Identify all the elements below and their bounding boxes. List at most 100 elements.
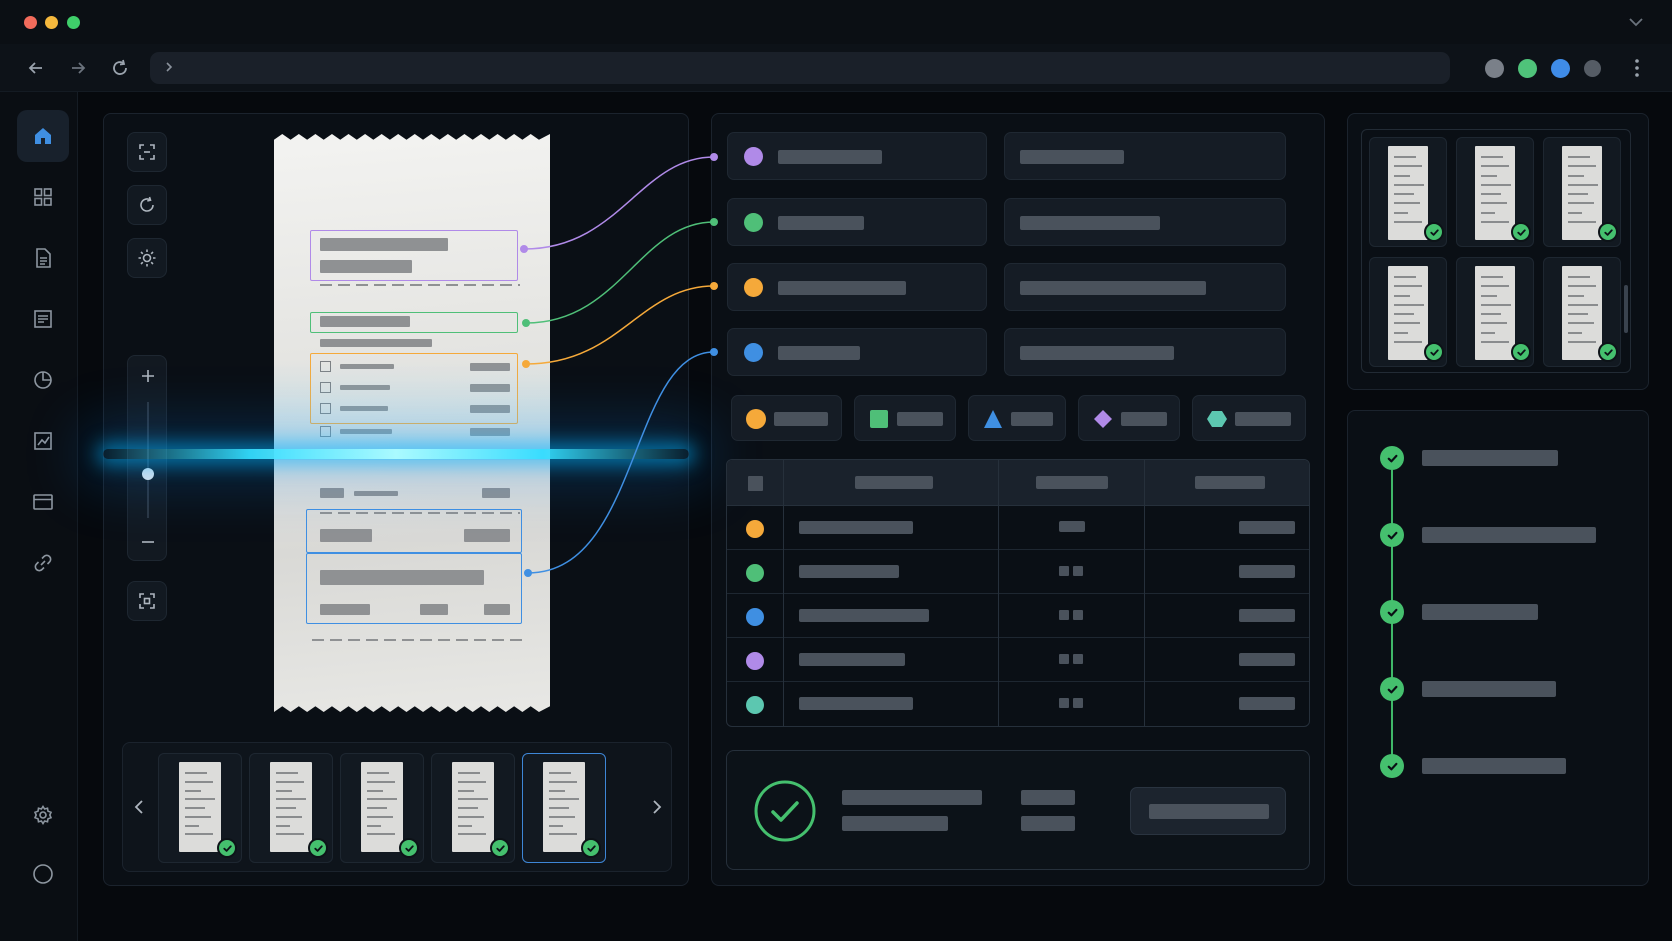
category-chip-diamond[interactable] [1078,395,1180,441]
cell-placeholder [1073,654,1083,664]
scan-line [103,449,689,459]
mini-receipt-line [1394,156,1416,158]
zoom-slider-track[interactable] [147,402,149,518]
gallery-receipt[interactable] [1369,257,1447,367]
fit-screen-button[interactable] [127,581,167,621]
table-row[interactable] [727,594,1309,638]
mini-receipt-line [367,807,387,809]
chip-label-placeholder [1121,412,1167,426]
scan-frame-button[interactable] [127,132,167,172]
category-chip-triangle[interactable] [968,395,1066,441]
field-key-total[interactable] [727,328,987,376]
step-label-placeholder [1422,450,1558,466]
mini-receipt-line [367,789,383,792]
cell-placeholder [1073,610,1083,620]
sidebar-item-dashboard[interactable] [17,171,69,223]
minimize-window-button[interactable] [45,16,58,29]
step-complete-node [1380,677,1404,701]
green-square-icon [870,410,888,428]
receipt-thumbnail[interactable] [158,753,242,863]
detected-region-total[interactable] [306,553,522,624]
gallery-receipt[interactable] [1456,137,1534,247]
scan-glow [274,360,550,460]
receipt-thumbnail[interactable] [340,753,424,863]
purple-diamond-icon [1094,410,1112,428]
extension-dark-button[interactable] [1584,60,1601,77]
close-window-button[interactable] [24,16,37,29]
sidebar-item-home[interactable] [17,110,69,162]
extension-gray-button[interactable] [1485,59,1504,78]
table-row[interactable] [727,682,1309,726]
back-button[interactable] [24,56,48,80]
maximize-window-button[interactable] [67,16,80,29]
gallery-scrollbar[interactable] [1624,285,1628,333]
field-value-merchant[interactable] [1004,132,1286,180]
extension-blue-button[interactable] [1551,59,1570,78]
zoom-slider-handle[interactable] [142,468,154,480]
sidebar-item-documents[interactable] [17,232,69,284]
column-header-placeholder[interactable] [1195,476,1265,489]
strip-prev-button[interactable] [129,793,149,821]
zoom-out-icon[interactable] [138,532,158,552]
verified-badge [1598,342,1618,362]
column-header-placeholder[interactable] [855,476,933,489]
arrow-left-icon [28,62,42,74]
sidebar-item-integrations[interactable] [17,537,69,589]
table-row[interactable] [727,506,1309,550]
sidebar-item-billing[interactable] [17,476,69,528]
sidebar-item-reports[interactable] [17,293,69,345]
receipt-thumbnail-strip [122,742,672,872]
table-row[interactable] [727,550,1309,594]
reload-button[interactable] [108,56,132,80]
confirm-button[interactable] [1130,787,1286,835]
mini-receipt-line [185,780,213,783]
field-value-total[interactable] [1004,328,1286,376]
mini-receipt-line [185,807,205,809]
mini-receipt-line [458,833,486,836]
table-row[interactable] [727,638,1309,682]
rotate-button[interactable] [127,185,167,225]
sidebar-item-settings[interactable] [17,789,69,841]
chevron-down-icon[interactable] [1626,12,1646,32]
field-key-merchant[interactable] [727,132,987,180]
forward-button[interactable] [66,56,90,80]
detected-region-subtotal[interactable] [306,509,522,553]
detected-region-date[interactable] [310,312,518,333]
strip-next-button[interactable] [647,793,667,821]
category-chip-circle[interactable] [731,395,842,441]
select-all-checkbox[interactable] [748,476,763,491]
mini-receipt-line [1568,174,1584,177]
more-options-icon[interactable] [1627,56,1647,80]
blue-dot-icon [744,343,763,362]
mini-receipt-line [1568,303,1598,306]
field-value-date[interactable] [1004,198,1286,246]
category-chip-hexagon[interactable] [1192,395,1306,441]
check-icon [1387,608,1397,616]
mini-receipt-line [1568,220,1596,223]
detected-region-header[interactable] [310,230,518,281]
extension-green-button[interactable] [1518,59,1537,78]
sidebar-item-profile[interactable] [17,848,69,900]
sidebar-item-analytics[interactable] [17,354,69,406]
gallery-receipt[interactable] [1543,257,1621,367]
zoom-in-icon[interactable] [138,366,158,386]
field-key-items[interactable] [727,263,987,311]
column-header-placeholder[interactable] [1036,476,1108,489]
gallery-receipt[interactable] [1543,137,1621,247]
receipt-thumbnail[interactable] [249,753,333,863]
category-chip-square[interactable] [854,395,956,441]
address-bar[interactable] [150,52,1450,84]
gallery-receipt[interactable] [1456,257,1534,367]
receipt-thumbnail[interactable] [522,753,606,863]
gallery-receipt[interactable] [1369,137,1447,247]
field-value-items[interactable] [1004,263,1286,311]
brightness-icon [138,249,156,267]
field-key-date[interactable] [727,198,987,246]
column-divider [998,460,999,726]
chevron-right-icon [653,800,662,814]
sidebar-item-trends[interactable] [17,415,69,467]
circle-icon [33,864,53,884]
receipt-thumbnail[interactable] [431,753,515,863]
chevron-right-icon [166,62,173,72]
brightness-button[interactable] [127,238,167,278]
